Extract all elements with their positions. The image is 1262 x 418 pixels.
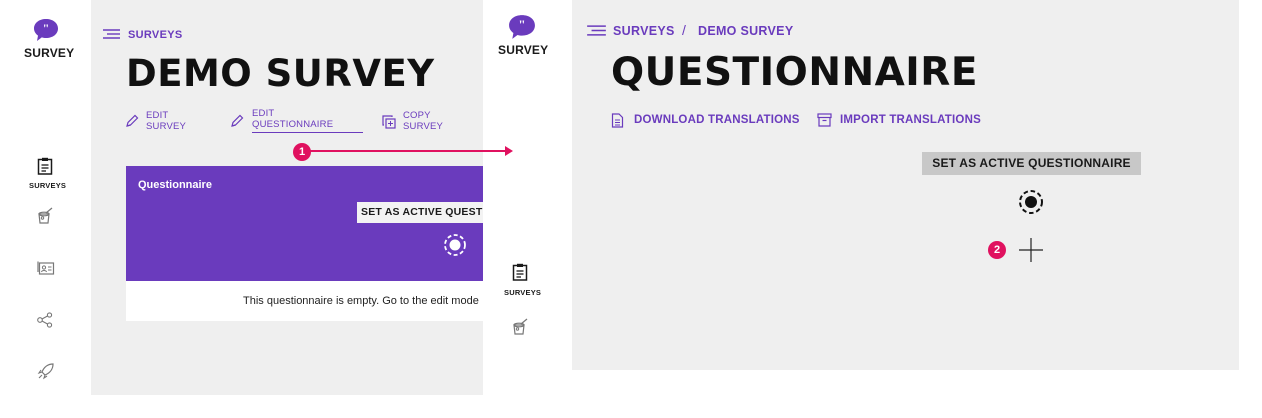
download-translations-button[interactable]: DOWNLOAD TRANSLATIONS — [634, 114, 800, 126]
svg-text:": " — [518, 17, 525, 32]
archive-box-icon — [817, 113, 832, 127]
pencil-icon — [125, 114, 139, 128]
set-active-questionnaire-button[interactable]: SET AS ACTIVE QUESTIONNAIRE — [357, 202, 483, 223]
right-main-panel: SURVEYS / DEMO SURVEY QUESTIONNAIRE DOWN… — [572, 0, 1239, 370]
edit-questionnaire-button[interactable]: EDIT QUESTIONNAIRE — [252, 108, 363, 133]
radio-target-icon[interactable] — [443, 233, 467, 257]
annotation-badge-1: 1 — [293, 143, 311, 161]
nav-surveys-label[interactable]: SURVEYS — [29, 181, 66, 190]
share-nodes-icon[interactable] — [36, 311, 54, 329]
paint-bucket-icon[interactable] — [511, 318, 529, 336]
middle-sidebar: " SURVEY SURVEYS — [483, 0, 572, 418]
contact-card-icon[interactable] — [37, 260, 55, 276]
clipboard-icon[interactable] — [512, 263, 528, 281]
left-sidebar: " SURVEY SURVEYS — [0, 0, 91, 395]
questionnaire-card: Questionnaire SET AS ACTIVE QUESTIONNAIR… — [126, 166, 483, 321]
edit-survey-line1: EDIT — [146, 110, 169, 121]
copy-icon — [382, 115, 396, 129]
copy-survey-line1: COPY — [403, 110, 431, 121]
copy-survey-line2: SURVEY — [403, 121, 444, 132]
radio-target-icon[interactable] — [1018, 189, 1044, 215]
menu-lines-icon[interactable] — [587, 25, 606, 36]
breadcrumb-surveys[interactable]: SURVEYS — [613, 24, 675, 38]
nav-surveys-label[interactable]: SURVEYS — [504, 288, 541, 297]
speech-bubble-logo-icon[interactable]: " — [508, 14, 536, 40]
edit-questionnaire-line2: QUESTIONNAIRE — [252, 119, 334, 130]
annotation-badge-2: 2 — [988, 241, 1006, 259]
annotation-arrow — [302, 143, 514, 159]
breadcrumb-surveys[interactable]: SURVEYS — [128, 29, 182, 41]
copy-survey-button[interactable]: COPY SURVEY — [403, 110, 443, 132]
page-title: DEMO SURVEY — [126, 52, 435, 95]
paint-bucket-icon[interactable] — [36, 207, 54, 225]
speech-bubble-logo-icon[interactable]: " — [33, 18, 59, 42]
edit-survey-line2: SURVEY — [146, 121, 187, 132]
svg-text:": " — [43, 21, 50, 35]
menu-lines-icon[interactable] — [103, 29, 120, 39]
logo-text: SURVEY — [498, 43, 549, 57]
breadcrumb-separator: / — [682, 22, 687, 38]
empty-questionnaire-message: This questionnaire is empty. Go to the e… — [243, 295, 479, 307]
edit-survey-button[interactable]: EDIT SURVEY — [146, 110, 186, 132]
pencil-icon — [230, 114, 244, 128]
set-active-questionnaire-button[interactable]: SET AS ACTIVE QUESTIONNAIRE — [922, 152, 1141, 175]
rocket-icon[interactable] — [37, 362, 55, 380]
edit-questionnaire-line1: EDIT — [252, 108, 275, 119]
clipboard-icon[interactable] — [37, 157, 53, 175]
breadcrumb-demo-survey[interactable]: DEMO SURVEY — [698, 24, 793, 38]
document-icon — [611, 113, 624, 128]
plus-icon[interactable] — [1018, 237, 1044, 263]
logo-text: SURVEY — [24, 46, 75, 60]
import-translations-button[interactable]: IMPORT TRANSLATIONS — [840, 114, 981, 126]
questionnaire-card-header: Questionnaire SET AS ACTIVE QUESTIONNAIR… — [126, 166, 483, 281]
questionnaire-card-title: Questionnaire — [138, 179, 212, 191]
page-title: QUESTIONNAIRE — [611, 50, 978, 95]
